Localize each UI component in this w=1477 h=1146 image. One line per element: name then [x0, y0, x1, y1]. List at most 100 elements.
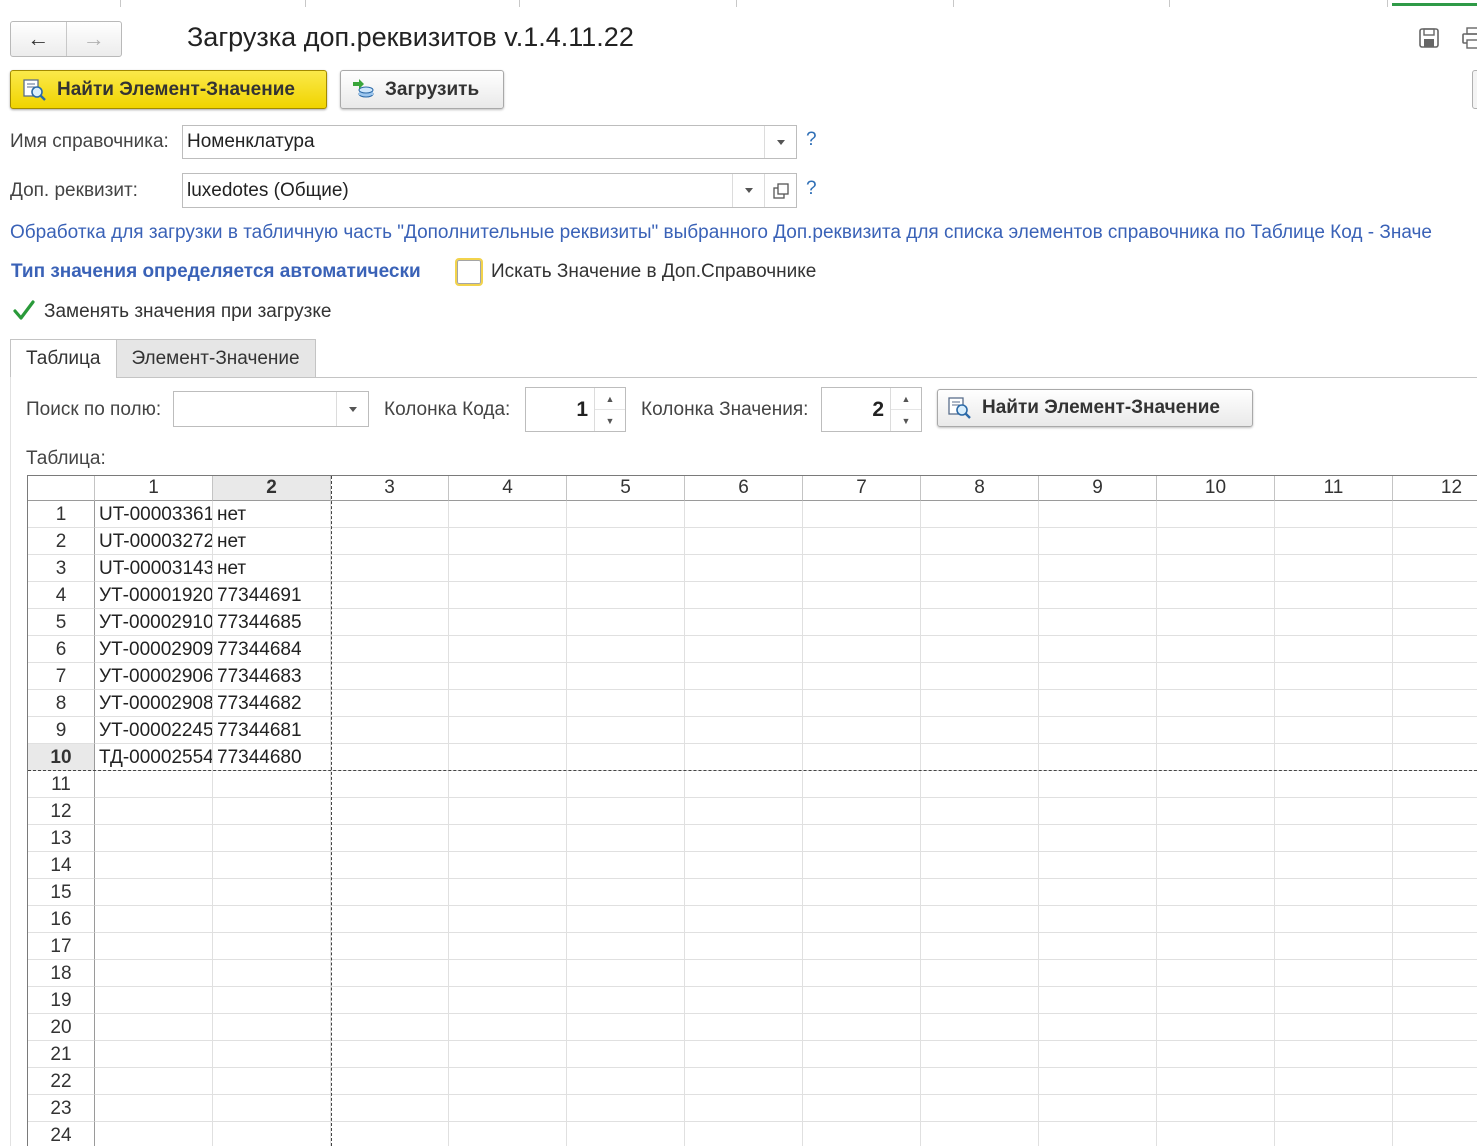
table-cell[interactable]	[567, 933, 685, 960]
table-cell[interactable]	[685, 528, 803, 555]
table-cell[interactable]	[213, 771, 331, 798]
table-cell[interactable]	[1393, 555, 1477, 582]
table-cell[interactable]	[685, 825, 803, 852]
table-cell[interactable]	[449, 555, 567, 582]
table-cell[interactable]	[331, 636, 449, 663]
table-cell[interactable]	[1275, 1014, 1393, 1041]
table-cell[interactable]	[685, 852, 803, 879]
table-cell[interactable]: 77344685	[213, 609, 331, 636]
catalog-field[interactable]: Номенклатура	[182, 125, 797, 159]
forward-button[interactable]: →	[67, 22, 122, 56]
table-cell[interactable]	[685, 1095, 803, 1122]
table-cell[interactable]	[1393, 717, 1477, 744]
table-cell[interactable]	[95, 960, 213, 987]
table-cell[interactable]: УТ-00002910	[95, 609, 213, 636]
table-cell[interactable]	[1393, 906, 1477, 933]
table-cell[interactable]	[685, 1122, 803, 1146]
table-cell[interactable]	[803, 825, 921, 852]
table-cell[interactable]	[567, 690, 685, 717]
table-cell[interactable]	[567, 1014, 685, 1041]
table-cell[interactable]: 77344683	[213, 663, 331, 690]
table-cell[interactable]	[1275, 906, 1393, 933]
table-cell[interactable]	[685, 798, 803, 825]
load-button[interactable]: Загрузить	[340, 70, 504, 109]
table-cell[interactable]	[1157, 501, 1275, 528]
table-cell[interactable]	[1157, 690, 1275, 717]
table-cell[interactable]: нет	[213, 501, 331, 528]
table-cell[interactable]	[449, 852, 567, 879]
search-field-select[interactable]	[173, 391, 369, 427]
table-cell[interactable]	[1393, 501, 1477, 528]
column-header[interactable]: 8	[921, 476, 1039, 501]
table-cell[interactable]	[331, 744, 449, 771]
table-cell[interactable]	[921, 1095, 1039, 1122]
table-cell[interactable]: УТ-00001920	[95, 582, 213, 609]
open-icon[interactable]	[764, 174, 796, 207]
table-cell[interactable]: УТ-00002906	[95, 663, 213, 690]
table-cell[interactable]	[1039, 501, 1157, 528]
table-cell[interactable]	[921, 1122, 1039, 1146]
table-cell[interactable]	[921, 1014, 1039, 1041]
table-cell[interactable]	[1393, 609, 1477, 636]
table-cell[interactable]	[921, 1068, 1039, 1095]
table-cell[interactable]	[213, 906, 331, 933]
table-cell[interactable]	[95, 798, 213, 825]
table-cell[interactable]	[331, 906, 449, 933]
table-cell[interactable]	[685, 744, 803, 771]
back-button[interactable]: ←	[11, 22, 67, 56]
table-cell[interactable]: UT-00003272	[95, 528, 213, 555]
table-cell[interactable]: 77344691	[213, 582, 331, 609]
table-cell[interactable]	[1157, 879, 1275, 906]
table-cell[interactable]	[1157, 1122, 1275, 1146]
table-cell[interactable]	[213, 1122, 331, 1146]
table-cell[interactable]	[449, 1068, 567, 1095]
column-header[interactable]: 3	[331, 476, 449, 501]
table-cell[interactable]	[213, 960, 331, 987]
table-cell[interactable]	[803, 933, 921, 960]
table-cell[interactable]	[1393, 825, 1477, 852]
table-cell[interactable]	[1039, 1095, 1157, 1122]
column-header[interactable]: 5	[567, 476, 685, 501]
table-cell[interactable]	[803, 1068, 921, 1095]
table-cell[interactable]	[1393, 771, 1477, 798]
table-cell[interactable]	[1393, 1095, 1477, 1122]
table-cell[interactable]	[449, 744, 567, 771]
dropdown-icon[interactable]	[336, 392, 368, 426]
table-cell[interactable]	[95, 1068, 213, 1095]
spin-up-icon[interactable]: ▲	[595, 388, 625, 410]
table-cell[interactable]	[803, 582, 921, 609]
table-cell[interactable]	[921, 798, 1039, 825]
table-cell[interactable]	[1039, 960, 1157, 987]
row-header[interactable]: 9	[28, 717, 95, 744]
table-cell[interactable]	[803, 798, 921, 825]
row-header[interactable]: 20	[28, 1014, 95, 1041]
table-cell[interactable]	[567, 906, 685, 933]
table-cell[interactable]	[331, 690, 449, 717]
table-cell[interactable]	[1275, 582, 1393, 609]
table-cell[interactable]	[1393, 582, 1477, 609]
table-cell[interactable]	[567, 717, 685, 744]
row-header[interactable]: 21	[28, 1041, 95, 1068]
table-cell[interactable]	[1275, 663, 1393, 690]
table-cell[interactable]	[1039, 771, 1157, 798]
table-cell[interactable]	[213, 1068, 331, 1095]
table-cell[interactable]	[331, 717, 449, 744]
table-cell[interactable]	[567, 501, 685, 528]
table-cell[interactable]	[449, 798, 567, 825]
table-cell[interactable]	[567, 609, 685, 636]
column-header[interactable]: 10	[1157, 476, 1275, 501]
table-cell[interactable]	[213, 1041, 331, 1068]
table-cell[interactable]	[1039, 852, 1157, 879]
table-cell[interactable]	[449, 663, 567, 690]
table-cell[interactable]	[331, 609, 449, 636]
table-cell[interactable]	[1039, 987, 1157, 1014]
table-cell[interactable]	[449, 609, 567, 636]
attribute-help-icon[interactable]: ?	[806, 178, 817, 200]
table-cell[interactable]	[1157, 987, 1275, 1014]
table-cell[interactable]	[1157, 717, 1275, 744]
table-cell[interactable]	[921, 555, 1039, 582]
table-cell[interactable]	[331, 960, 449, 987]
tab-table[interactable]: Таблица	[10, 339, 117, 378]
table-cell[interactable]	[1039, 1041, 1157, 1068]
column-header[interactable]: 4	[449, 476, 567, 501]
